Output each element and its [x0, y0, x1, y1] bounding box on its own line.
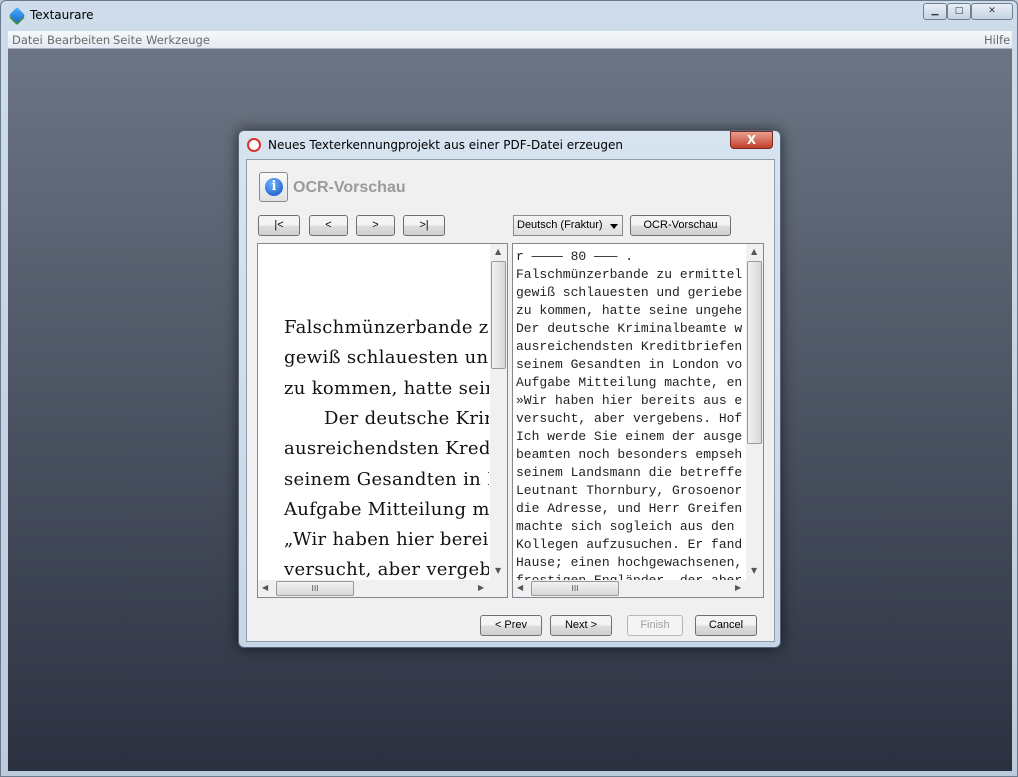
- dialog-title: Neues Texterkennungprojekt aus einer PDF…: [268, 138, 623, 152]
- finish-button: Finish: [627, 615, 683, 636]
- menu-datei[interactable]: Datei: [12, 33, 43, 47]
- minimize-button[interactable]: ▁: [923, 3, 947, 20]
- ocr-preview-button[interactable]: OCR-Vorschau: [630, 215, 731, 236]
- cancel-button[interactable]: Cancel: [695, 615, 757, 636]
- menu-bearbeiten[interactable]: Bearbeiten: [47, 33, 110, 47]
- ocr-line: Ich werde Sie einem der ausge: [516, 429, 743, 444]
- next-page-button[interactable]: >: [356, 215, 395, 236]
- app-title: Textaurare: [30, 8, 94, 22]
- scroll-down-icon[interactable]: ▼: [751, 566, 757, 575]
- page-text-line: versucht, aber vergebens: [284, 559, 489, 580]
- ocr-line: versucht, aber vergebens. Hof: [516, 411, 743, 426]
- ocr-line: Aufgabe Mitteilung machte, en: [516, 375, 743, 390]
- ocr-line: gewiß schlauesten und geriebe: [516, 285, 743, 300]
- page-text-line: „Wir haben hier berei: [284, 529, 489, 551]
- page-text-line: seinem Gesandten in Lo: [284, 468, 489, 490]
- page-text-line: Falschmünzerbande zu er: [284, 317, 489, 338]
- ocr-line: machte sich sogleich aus den: [516, 519, 743, 534]
- page-heading: OCR-Vorschau: [293, 179, 406, 196]
- app-logo-icon: [9, 7, 25, 23]
- language-value: Deutsch (Fraktur): [517, 219, 603, 231]
- ocr-text-panel[interactable]: r ———— 80 ——— . Falschmünzerbande zu ermi…: [512, 243, 764, 598]
- ocr-line: Der deutsche Kriminalbeamte w: [516, 321, 743, 336]
- info-button[interactable]: i: [259, 172, 288, 202]
- scroll-thumb[interactable]: III: [276, 581, 354, 596]
- menu-bar: Datei Bearbeiten Seite Werkzeuge Hilfe: [8, 31, 1012, 49]
- dropdown-arrow-icon: [610, 224, 618, 233]
- page-image-panel: Falschmünzerbande zu er gewiß schlauesten…: [257, 243, 508, 598]
- vertical-scrollbar[interactable]: ▲ ▼: [490, 244, 507, 580]
- scroll-down-icon[interactable]: ▼: [495, 566, 501, 575]
- title-bar: Textaurare ▁ □ ✕: [1, 1, 1017, 29]
- ocr-line: Leutnant Thornbury, Grosoenor: [516, 483, 743, 498]
- first-page-button[interactable]: |<: [258, 215, 300, 236]
- ocr-text[interactable]: r ———— 80 ——— . Falschmünzerbande zu ermi…: [516, 248, 747, 580]
- dialog-close-button[interactable]: X: [730, 131, 773, 149]
- maximize-button[interactable]: □: [947, 3, 971, 20]
- vertical-scrollbar[interactable]: ▲ ▼: [746, 244, 763, 580]
- ocr-line: seinem Gesandten in London vo: [516, 357, 743, 372]
- scroll-thumb[interactable]: [747, 261, 762, 444]
- dialog-body: i OCR-Vorschau |< < > >| Deutsch (Fraktu…: [246, 159, 775, 642]
- window-close-button[interactable]: ✕: [971, 3, 1013, 20]
- new-project-dialog: Neues Texterkennungprojekt aus einer PDF…: [238, 130, 781, 648]
- scroll-left-icon[interactable]: ◀: [262, 583, 268, 592]
- page-text-line: ausreichendsten Kreditbri: [284, 438, 489, 460]
- scroll-right-icon[interactable]: ▶: [478, 583, 484, 592]
- horizontal-scrollbar[interactable]: ◀ III ▶: [258, 580, 507, 597]
- scroll-right-icon[interactable]: ▶: [735, 583, 741, 592]
- ocr-line: zu kommen, hatte seine ungehe: [516, 303, 743, 318]
- ocr-line: seinem Landsmann die betreffe: [516, 465, 743, 480]
- page-text-line: gewiß schlauesten und ge: [284, 347, 489, 369]
- ocr-line: beamten noch besonders empseh: [516, 447, 743, 462]
- page-image: Falschmünzerbande zu er gewiß schlauesten…: [258, 244, 489, 580]
- ocr-line: Kollegen aufzusuchen. Er fand: [516, 537, 743, 552]
- ocr-line: ausreichendsten Kreditbriefen: [516, 339, 743, 354]
- ocr-line: frostigen Engländer, der aber: [516, 572, 747, 580]
- scroll-left-icon[interactable]: ◀: [517, 583, 523, 592]
- menu-seite[interactable]: Seite: [113, 33, 142, 47]
- menu-werkzeuge[interactable]: Werkzeuge: [146, 33, 210, 47]
- page-text-line: Der deutsche Krim: [324, 407, 489, 429]
- prev-button[interactable]: < Prev: [480, 615, 542, 636]
- scroll-up-icon[interactable]: ▲: [751, 247, 757, 256]
- info-icon: i: [265, 178, 283, 196]
- page-text-line: zu kommen, hatte seine: [284, 377, 489, 399]
- ocr-line: Falschmünzerbande zu ermittel: [516, 267, 743, 282]
- language-select[interactable]: Deutsch (Fraktur): [513, 215, 623, 236]
- page-text-line: Aufgabe Mitteilung ma: [284, 498, 489, 520]
- horizontal-scrollbar[interactable]: ◀ III ▶: [513, 580, 763, 597]
- prev-page-button[interactable]: <: [309, 215, 348, 236]
- ocr-line: Hause; einen hochgewachsenen,: [516, 555, 743, 570]
- ocr-line: »Wir haben hier bereits aus e: [516, 393, 743, 408]
- scroll-thumb[interactable]: [491, 261, 506, 369]
- ocr-line: r ———— 80 ——— .: [516, 249, 634, 264]
- pdf-icon: [247, 138, 261, 152]
- scroll-thumb[interactable]: III: [531, 581, 619, 596]
- next-button[interactable]: Next >: [550, 615, 612, 636]
- last-page-button[interactable]: >|: [403, 215, 445, 236]
- menu-hilfe[interactable]: Hilfe: [984, 33, 1010, 47]
- ocr-line: die Adresse, und Herr Greifen: [516, 501, 743, 516]
- scroll-up-icon[interactable]: ▲: [495, 247, 501, 256]
